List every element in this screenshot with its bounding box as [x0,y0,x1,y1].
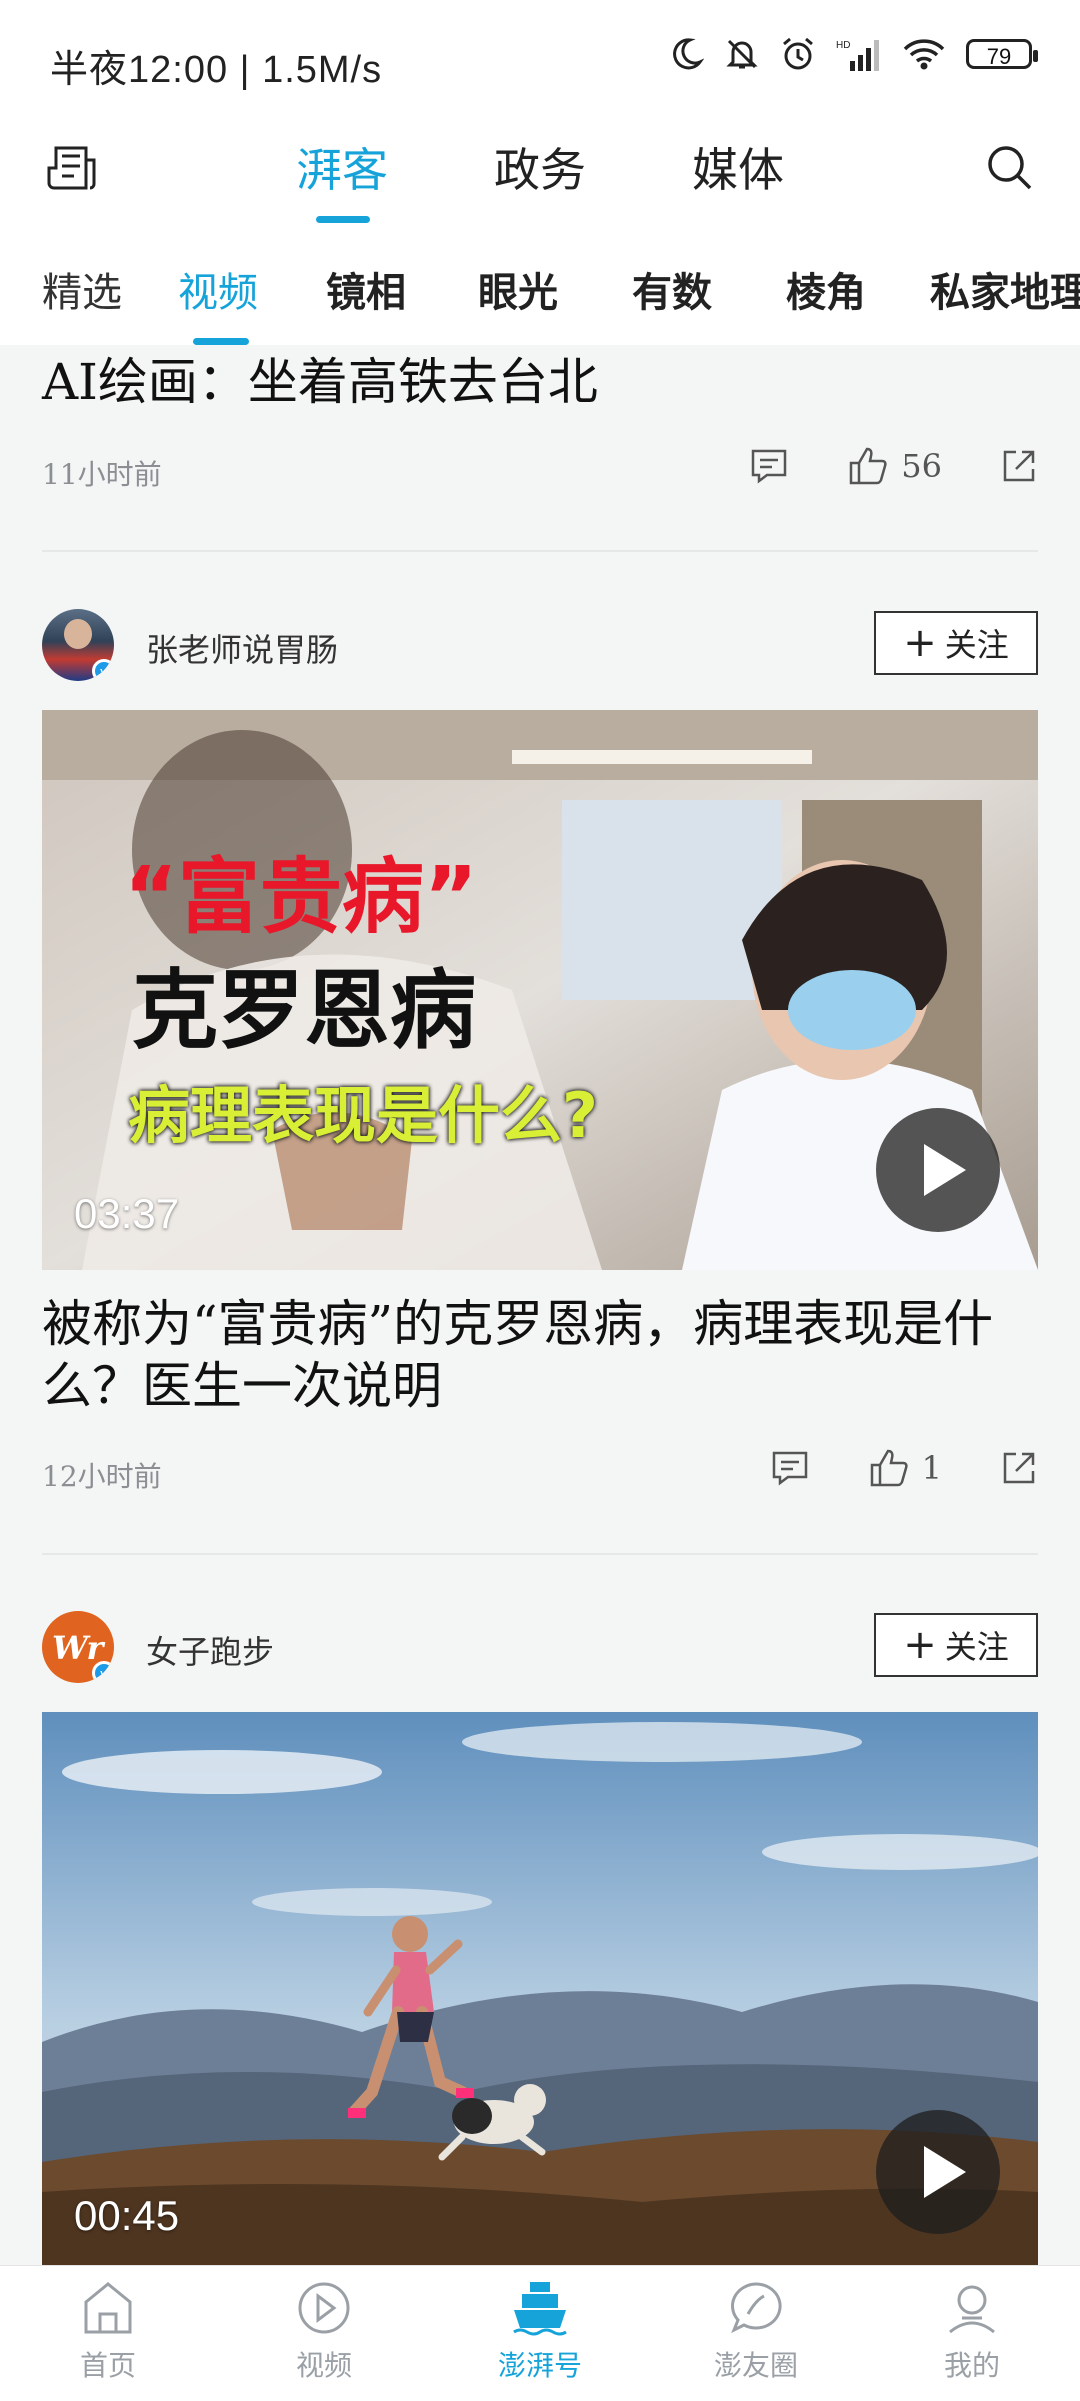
bottom-nav-pengpaihao[interactable]: 澎湃号 [432,2266,648,2401]
share-icon [1003,450,1035,482]
comment-icon [752,449,787,484]
like-count: 1 [921,1449,942,1487]
share-button[interactable] [1000,447,1038,485]
subtab-youshu[interactable]: 有数 [632,260,712,318]
author-name[interactable]: 张老师说胃肠 [146,625,338,671]
comment-button[interactable] [770,1448,810,1488]
feed-divider [42,550,1038,552]
feed: AI绘画：坐着高铁去台北 11小时前 56 v 张老师说胃肠 + 关注 “富贵病… [0,345,1080,2265]
bell-off-icon [726,39,758,69]
article-title[interactable]: AI绘画：坐着高铁去台北 [42,351,598,413]
bottom-nav-mine[interactable]: 我的 [864,2266,1080,2401]
subtab-shipin[interactable]: 视频 [178,260,258,318]
search-icon[interactable] [982,140,1038,201]
bottom-nav-label: 澎友圈 [713,2349,798,2382]
follow-label: 关注 [944,626,1009,664]
play-icon[interactable] [876,1108,1000,1232]
status-icons: HD 79 [668,36,1038,72]
comment-button[interactable] [749,446,789,486]
thumbs-up-icon [870,1449,908,1487]
follow-button[interactable]: + 关注 [874,1613,1038,1677]
subtab-shipin-underline [193,338,249,345]
moon-icon [673,38,704,70]
like-button[interactable]: 56 [847,445,942,487]
share-icon [1003,1452,1035,1484]
tab-paike-underline [316,216,370,223]
verified-icon: v [92,1661,114,1683]
thumbs-up-icon [850,447,887,485]
comment-icon [772,1451,807,1486]
status-bar: 半夜12:00 | 1.5M/s HD 79 [0,0,1080,120]
play-icon[interactable] [876,2110,1000,2234]
subtab-lengjiao[interactable]: 棱角 [786,260,866,318]
top-nav: 湃客 政务 媒体 [0,120,1080,230]
home-icon [84,2282,132,2334]
article-meta: 11小时前 56 [42,445,1038,495]
video-thumbnail[interactable]: “富贵病” 克罗恩病 病理表现是什么? 03:37 [42,710,1038,1270]
article-time: 12小时前 [42,1460,162,1493]
verified-icon: v [92,659,114,681]
alarm-icon [783,37,813,70]
author-row: Wr v 女子跑步 + 关注 [42,1607,1038,1687]
signal-icon: HD [836,40,879,71]
article-title[interactable]: 被称为“富贵病”的克罗恩病，病理表现是什么？医生一次说明 [42,1293,1042,1417]
bottom-nav-pengyouquan[interactable]: 澎友圈 [648,2266,864,2401]
avatar[interactable]: v [42,609,114,681]
video-duration: 00:45 [74,2192,180,2239]
subtab-sijiadili[interactable]: 私家地理 [930,260,1080,318]
battery-indicator: 79 [966,39,1038,69]
video-duration: 03:37 [74,1190,180,1237]
boat-icon [513,2282,567,2336]
thumbnail-text-line2: 克罗恩病 [132,961,476,1061]
bottom-nav-label: 澎湃号 [497,2349,582,2382]
plus-icon: + [903,620,937,666]
article-time: 11小时前 [42,458,162,491]
like-button[interactable]: 1 [868,1447,942,1489]
status-time: 半夜12:00 | 1.5M/s [50,49,383,91]
bottom-nav-home[interactable]: 首页 [0,2266,216,2401]
author-row: v 张老师说胃肠 + 关注 [42,605,1038,685]
subtab-jingxuan[interactable]: 精选 [42,260,122,318]
thumbnail-text-line1: “富贵病” [124,850,478,945]
chat-bubble-icon [731,2282,782,2334]
tab-meiti[interactable]: 媒体 [692,134,784,200]
bottom-nav-video[interactable]: 视频 [216,2266,432,2401]
feed-divider [42,1553,1038,1555]
svg-text:Wr: Wr [52,1629,106,1667]
like-count: 56 [901,447,942,485]
plus-icon: + [903,1622,937,1668]
article-meta: 12小时前 1 [42,1447,1038,1497]
profile-icon [949,2285,995,2334]
wifi-icon [903,39,945,70]
subtab-yanguang[interactable]: 眼光 [478,260,558,318]
thumbnail-text-line3: 病理表现是什么? [128,1079,598,1152]
share-button[interactable] [1000,1449,1038,1487]
tab-zhengwu[interactable]: 政务 [494,134,586,200]
bottom-nav-label: 首页 [79,2349,136,2382]
video-play-icon [298,2282,350,2334]
svg-text:HD: HD [836,40,850,51]
follow-button[interactable]: + 关注 [874,611,1038,675]
subtab-jingxiang[interactable]: 镜相 [326,260,406,318]
video-thumbnail[interactable]: 00:45 [42,1712,1038,2265]
follow-label: 关注 [944,1628,1009,1666]
avatar[interactable]: Wr v [42,1611,114,1683]
bottom-nav-label: 视频 [295,2349,352,2382]
bottom-nav: 首页 视频 澎湃号 澎友圈 我的 [0,2265,1080,2401]
tab-paike[interactable]: 湃客 [296,134,388,200]
sub-nav: 精选 视频 镜相 眼光 有数 棱角 私家地理 [0,230,1080,345]
bottom-nav-label: 我的 [943,2349,1000,2382]
author-name[interactable]: 女子跑步 [146,1627,274,1673]
